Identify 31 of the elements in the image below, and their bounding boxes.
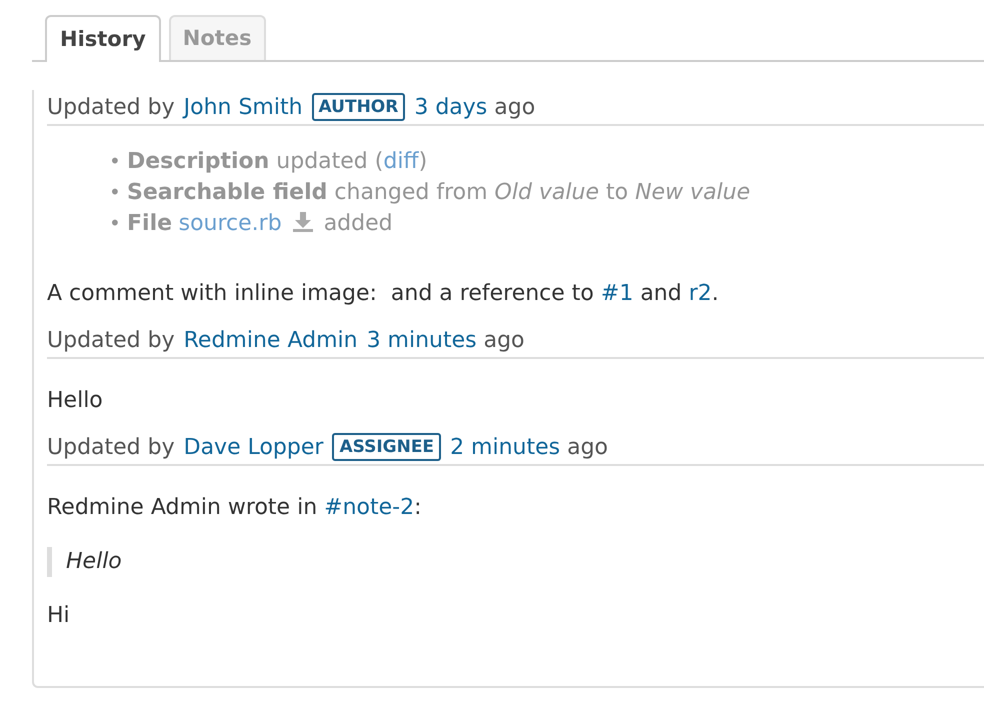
role-badge: AUTHOR (312, 93, 406, 121)
updated-by-label: Updated by (47, 326, 175, 354)
bullet: • (109, 210, 121, 237)
link[interactable]: #1 (600, 281, 634, 306)
detail-text: File source.rb added (127, 210, 393, 238)
link[interactable]: #note-2 (324, 495, 414, 520)
download-icon[interactable] (292, 211, 314, 233)
ago-label: ago (494, 94, 536, 122)
comment-text: Hi (47, 603, 70, 628)
quote-text: Hello (66, 548, 122, 576)
time-link[interactable]: 3 days (414, 90, 488, 124)
bullet: • (109, 179, 121, 206)
time-link[interactable]: 3 minutes (366, 324, 477, 356)
time-link[interactable]: 2 minutes (450, 430, 560, 464)
detail-text: Searchable field changed from Old value to New value (127, 179, 750, 207)
tab[interactable]: History (45, 15, 161, 62)
role-badge: ASSIGNEE (332, 433, 442, 461)
updated-by-label: Updated by (47, 94, 175, 122)
comment-text: Redmine Admin wrote in #note-2: (47, 495, 422, 520)
comment-text: Hello (47, 388, 103, 413)
detail-text: Description updated (diff) (127, 148, 428, 176)
link[interactable]: r2 (688, 281, 712, 306)
bullet: • (109, 148, 121, 175)
user-link[interactable]: Redmine Admin (184, 324, 358, 356)
ago-label: ago (567, 434, 608, 462)
updated-by-label: Updated by (47, 434, 175, 462)
ago-label: ago (484, 326, 525, 354)
user-link[interactable]: John Smith (184, 90, 303, 124)
quote-bar (47, 547, 52, 577)
user-link[interactable]: Dave Lopper (184, 430, 324, 464)
comment-text: A comment with inline image: and a reference to #1 and r2. (47, 281, 719, 306)
